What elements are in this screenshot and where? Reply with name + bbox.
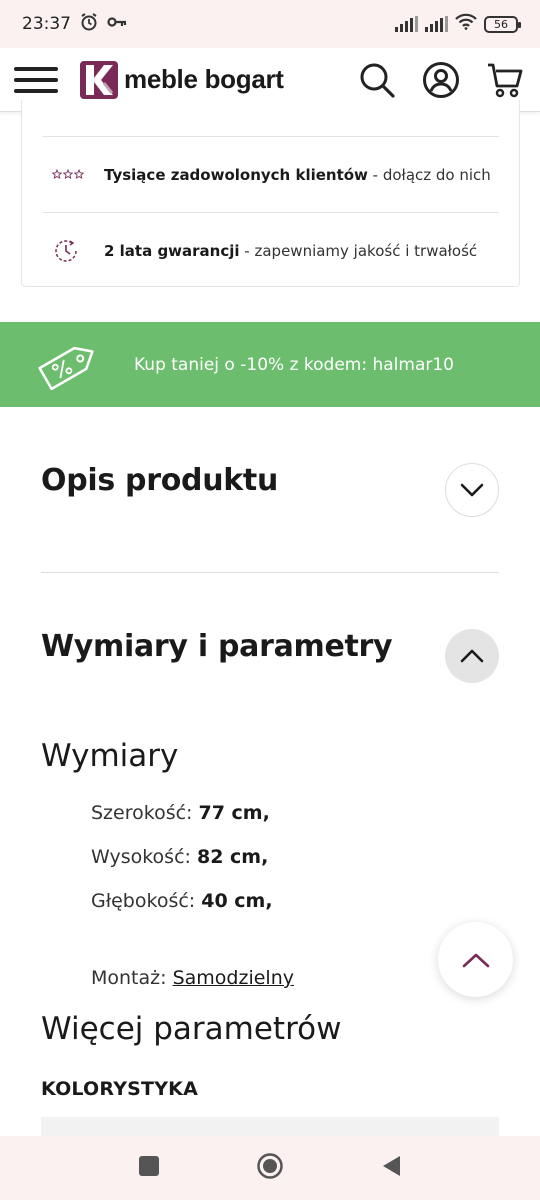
dimensions-title[interactable]: Wymiary i parametry xyxy=(41,629,393,664)
account-icon[interactable] xyxy=(422,61,460,99)
color-value-row xyxy=(41,1117,499,1137)
stars-icon xyxy=(42,168,84,181)
height-value: 82 cm, xyxy=(196,846,269,868)
chevron-down-icon xyxy=(460,483,484,497)
dimensions-toggle-button[interactable] xyxy=(445,629,499,683)
more-params-heading: Więcej parametrów xyxy=(41,1011,342,1047)
trust-clients-rest: - dołącz do nich xyxy=(367,165,491,184)
trust-clients-bold: Tysiące zadowolonych klientów xyxy=(104,165,368,184)
assembly-label: Montaż: xyxy=(91,967,173,989)
logo[interactable]: meble bogart xyxy=(80,60,284,99)
scroll-top-icon xyxy=(462,953,489,967)
battery-icon: 56 xyxy=(484,15,521,33)
trust-clients-text: Tysiące zadowolonych klientów - dołącz d… xyxy=(104,166,491,184)
promo-banner[interactable]: Kup taniej o -10% z kodem: halmar10 xyxy=(0,322,540,407)
depth-label: Głębokość: xyxy=(91,890,202,912)
nav-circle-icon[interactable] xyxy=(256,1152,284,1184)
wifi-icon xyxy=(455,13,477,35)
nav-back-icon[interactable] xyxy=(380,1154,402,1182)
cart-icon[interactable] xyxy=(486,61,524,99)
signal-icon xyxy=(425,16,448,32)
trust-row-clients: Tysiące zadowolonych klientów - dołącz d… xyxy=(42,136,499,212)
logo-text: meble bogart xyxy=(124,64,284,94)
scroll-top-button[interactable] xyxy=(438,922,513,997)
warranty-clock-icon xyxy=(42,237,84,265)
height-label: Wysokość: xyxy=(91,846,197,868)
search-icon[interactable] xyxy=(358,61,396,99)
system-nav-bar xyxy=(0,1136,540,1200)
description-title[interactable]: Opis produktu xyxy=(41,463,278,498)
alarm-icon xyxy=(79,12,99,37)
trust-warranty-rest: - zapewniamy jakość i trwałość xyxy=(239,241,478,260)
description-toggle-button[interactable] xyxy=(445,463,499,517)
section-divider xyxy=(41,572,499,573)
trust-warranty-bold: 2 lata gwarancji xyxy=(104,241,240,260)
dimension-width: Szerokość: 77 cm, xyxy=(91,802,270,824)
key-icon xyxy=(107,14,127,34)
signal-icon xyxy=(395,16,418,32)
status-bar: 23:37 56 xyxy=(0,0,540,48)
dimensions-heading: Wymiary xyxy=(41,738,179,774)
battery-level: 56 xyxy=(494,17,508,31)
width-value: 77 cm, xyxy=(198,802,270,824)
menu-icon[interactable] xyxy=(14,65,58,95)
assembly-link[interactable]: Samodzielny xyxy=(173,967,294,989)
trust-warranty-text: 2 lata gwarancji - zapewniamy jakość i t… xyxy=(104,242,477,260)
promo-text: Kup taniej o -10% z kodem: halmar10 xyxy=(134,354,454,375)
dimension-height: Wysokość: 82 cm, xyxy=(91,846,268,868)
status-time: 23:37 xyxy=(22,14,71,34)
chevron-up-icon xyxy=(460,649,484,663)
width-label: Szerokość: xyxy=(91,802,199,824)
color-label: KOLORYSTYKA xyxy=(41,1078,198,1100)
discount-tag-icon xyxy=(38,346,94,390)
nav-square-icon[interactable] xyxy=(138,1155,160,1181)
logo-mark-icon xyxy=(80,60,118,99)
depth-value: 40 cm, xyxy=(201,890,273,912)
dimension-depth: Głębokość: 40 cm, xyxy=(91,890,273,912)
trust-box: Tysiące zadowolonych klientów - dołącz d… xyxy=(21,100,520,287)
trust-row-warranty: 2 lata gwarancji - zapewniamy jakość i t… xyxy=(42,212,499,288)
dimension-assembly: Montaż: Samodzielny xyxy=(91,967,294,989)
